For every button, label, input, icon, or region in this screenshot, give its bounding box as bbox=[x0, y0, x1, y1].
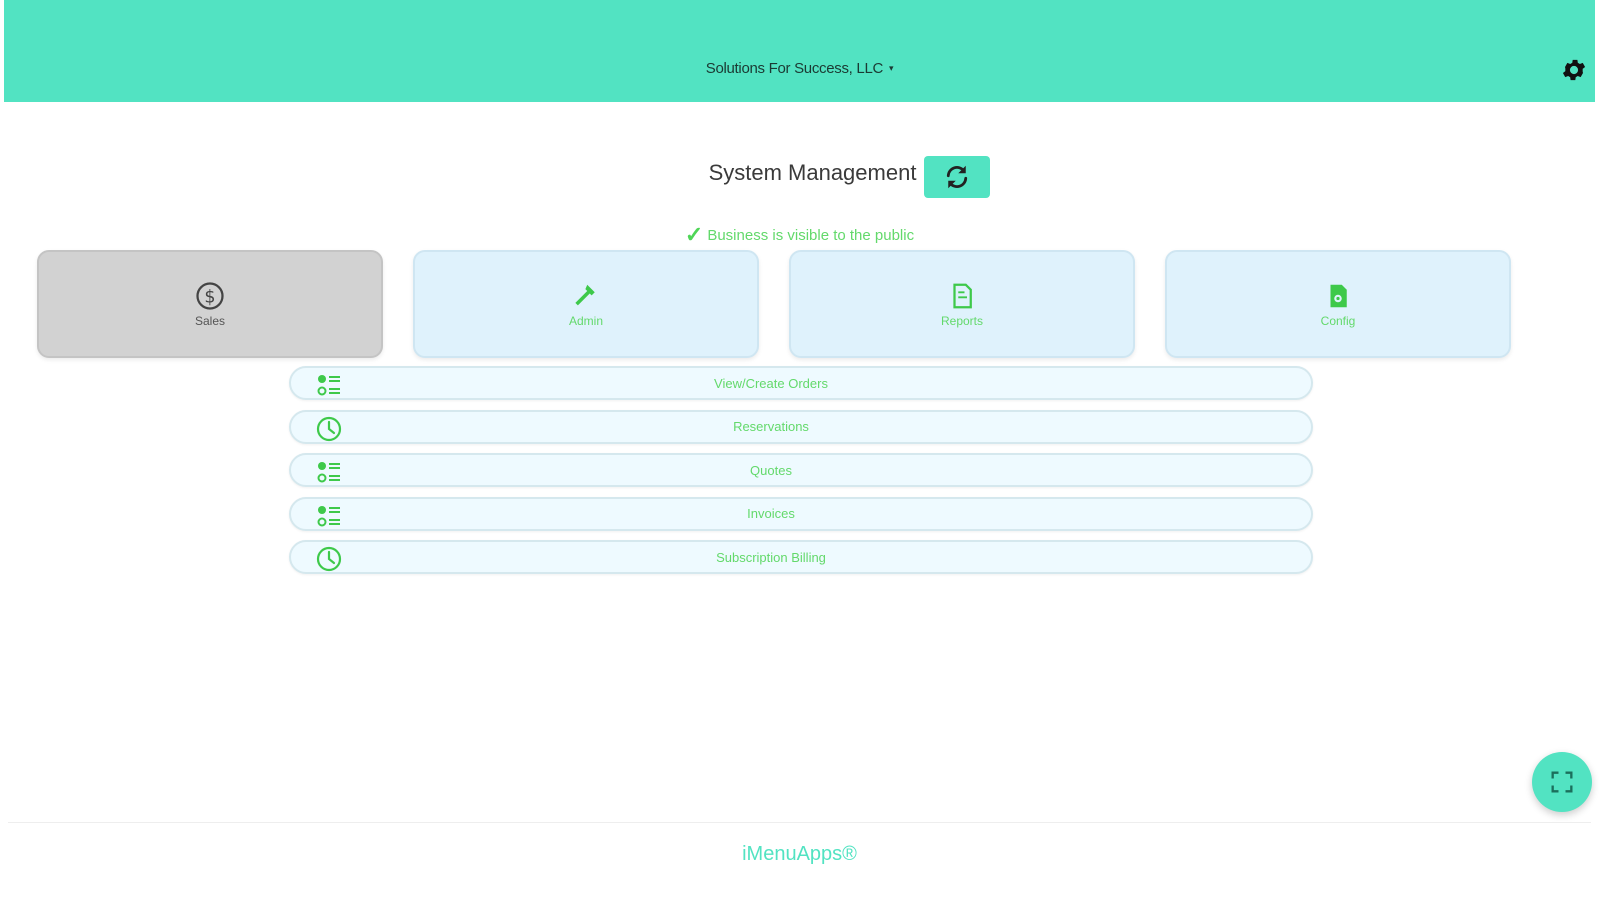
page-title: System Management bbox=[708, 160, 917, 185]
card-label: Sales bbox=[194, 313, 226, 328]
business-selector[interactable]: Solutions For Success, LLC ▾ bbox=[0, 60, 1599, 77]
business-name: Solutions For Success, LLC bbox=[705, 60, 884, 77]
card-admin[interactable]: Admin bbox=[413, 250, 759, 358]
hammer-icon bbox=[575, 284, 595, 305]
fullscreen-button[interactable] bbox=[1532, 752, 1592, 812]
list-item-label: Reservations bbox=[733, 419, 809, 434]
refresh-button[interactable] bbox=[924, 156, 991, 198]
list-item-label: Invoices bbox=[747, 506, 795, 521]
list-item-subscription-billing[interactable]: Subscription Billing bbox=[289, 540, 1313, 574]
dollar-icon: $ bbox=[196, 281, 224, 310]
category-cards: $ Sales Admin Reports Config bbox=[37, 250, 1535, 358]
footer-brand: iMenuApps® bbox=[742, 843, 857, 865]
visibility-status: ✓ Business is visible to the public bbox=[0, 222, 1599, 248]
config-file-icon bbox=[1330, 284, 1347, 307]
card-label: Reports bbox=[940, 313, 984, 328]
visibility-text: Business is visible to the public bbox=[707, 227, 915, 244]
card-label: Config bbox=[1320, 313, 1356, 328]
sales-menu-list: View/Create Orders Reservations Quotes I… bbox=[289, 366, 1313, 584]
document-icon bbox=[953, 283, 972, 308]
list-item-view-create-orders[interactable]: View/Create Orders bbox=[289, 366, 1313, 400]
card-sales[interactable]: $ Sales bbox=[37, 250, 383, 358]
card-reports[interactable]: Reports bbox=[789, 250, 1135, 358]
list-item-label: View/Create Orders bbox=[714, 375, 828, 391]
checkmark-icon: ✓ bbox=[684, 222, 704, 247]
chevron-down-icon: ▾ bbox=[889, 63, 894, 73]
list-item-quotes[interactable]: Quotes bbox=[289, 453, 1313, 487]
list-item-invoices[interactable]: Invoices bbox=[289, 496, 1313, 531]
list-item-label: Quotes bbox=[750, 462, 792, 478]
list-item-reservations[interactable]: Reservations bbox=[289, 409, 1313, 444]
footer-divider bbox=[8, 822, 1591, 823]
title-row: System Management bbox=[0, 152, 1599, 198]
gear-icon[interactable] bbox=[1560, 56, 1588, 84]
svg-text:$: $ bbox=[204, 287, 215, 307]
card-label: Admin bbox=[568, 313, 603, 328]
fullscreen-icon bbox=[1551, 771, 1573, 793]
card-config[interactable]: Config bbox=[1165, 250, 1511, 358]
refresh-icon bbox=[947, 165, 968, 189]
list-item-label: Subscription Billing bbox=[716, 549, 826, 565]
top-header bbox=[4, 0, 1595, 102]
